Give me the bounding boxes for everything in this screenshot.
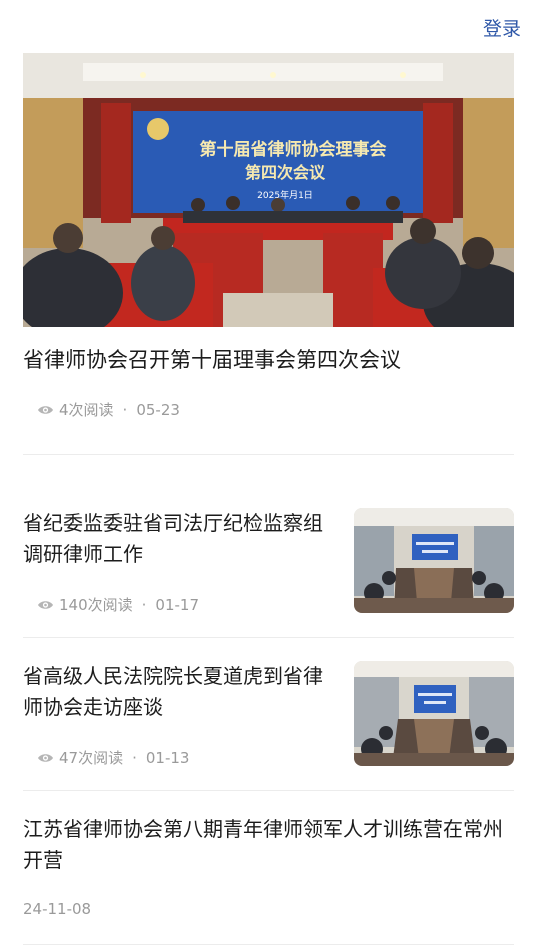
list-item[interactable]: 省纪委监委驻省司法厅纪检监察组调研律师工作 140次阅读 · 01-17 bbox=[23, 508, 514, 618]
article-meta: 140次阅读 · 01-17 bbox=[37, 594, 199, 615]
article-thumbnail[interactable] bbox=[354, 508, 514, 613]
separator: · bbox=[132, 748, 137, 767]
divider bbox=[23, 790, 514, 791]
article-title[interactable]: 江苏省律师协会第八期青年律师领军人才训练营在常州开营 bbox=[23, 814, 514, 876]
featured-photo[interactable]: 第十届省律师协会理事会 第四次会议 2025年月1日 bbox=[23, 53, 514, 327]
eye-icon bbox=[38, 600, 53, 609]
featured-meta: 4次阅读 · 05-23 bbox=[37, 399, 180, 420]
list-item[interactable]: 省高级人民法院院长夏道虎到省律师协会走访座谈 47次阅读 · 01-13 bbox=[23, 661, 514, 771]
login-link[interactable]: 登录 bbox=[483, 14, 521, 41]
publish-date: 01-17 bbox=[155, 595, 200, 614]
eye-icon bbox=[38, 405, 53, 414]
view-count: 4次阅读 bbox=[59, 401, 114, 419]
publish-date: 01-13 bbox=[145, 748, 190, 767]
banner-date: 2025年月1日 bbox=[257, 189, 313, 201]
eye-icon bbox=[38, 753, 53, 762]
divider bbox=[23, 637, 514, 638]
publish-date: 24-11-08 bbox=[23, 900, 92, 918]
divider bbox=[23, 944, 514, 945]
view-count: 47次阅读 bbox=[59, 749, 124, 767]
divider bbox=[23, 454, 514, 455]
publish-date: 05-23 bbox=[136, 400, 180, 419]
list-item[interactable]: 江苏省律师协会第八期青年律师领军人才训练营在常州开营 24-11-08 bbox=[23, 814, 514, 924]
banner-line2: 第四次会议 bbox=[245, 163, 326, 182]
banner-line1: 第十届省律师协会理事会 bbox=[200, 139, 387, 160]
separator: · bbox=[122, 400, 128, 419]
article-thumbnail[interactable] bbox=[354, 661, 514, 766]
article-meta: 47次阅读 · 01-13 bbox=[37, 747, 189, 768]
featured-title[interactable]: 省律师协会召开第十届理事会第四次会议 bbox=[23, 344, 514, 376]
separator: · bbox=[141, 595, 147, 614]
featured-article[interactable]: 第十届省律师协会理事会 第四次会议 2025年月1日 省律师协会召开第十届理事会… bbox=[23, 53, 514, 419]
view-count: 140次阅读 bbox=[59, 596, 133, 614]
article-title[interactable]: 省纪委监委驻省司法厅纪检监察组调研律师工作 bbox=[23, 508, 328, 570]
article-title[interactable]: 省高级人民法院院长夏道虎到省律师协会走访座谈 bbox=[23, 661, 328, 723]
